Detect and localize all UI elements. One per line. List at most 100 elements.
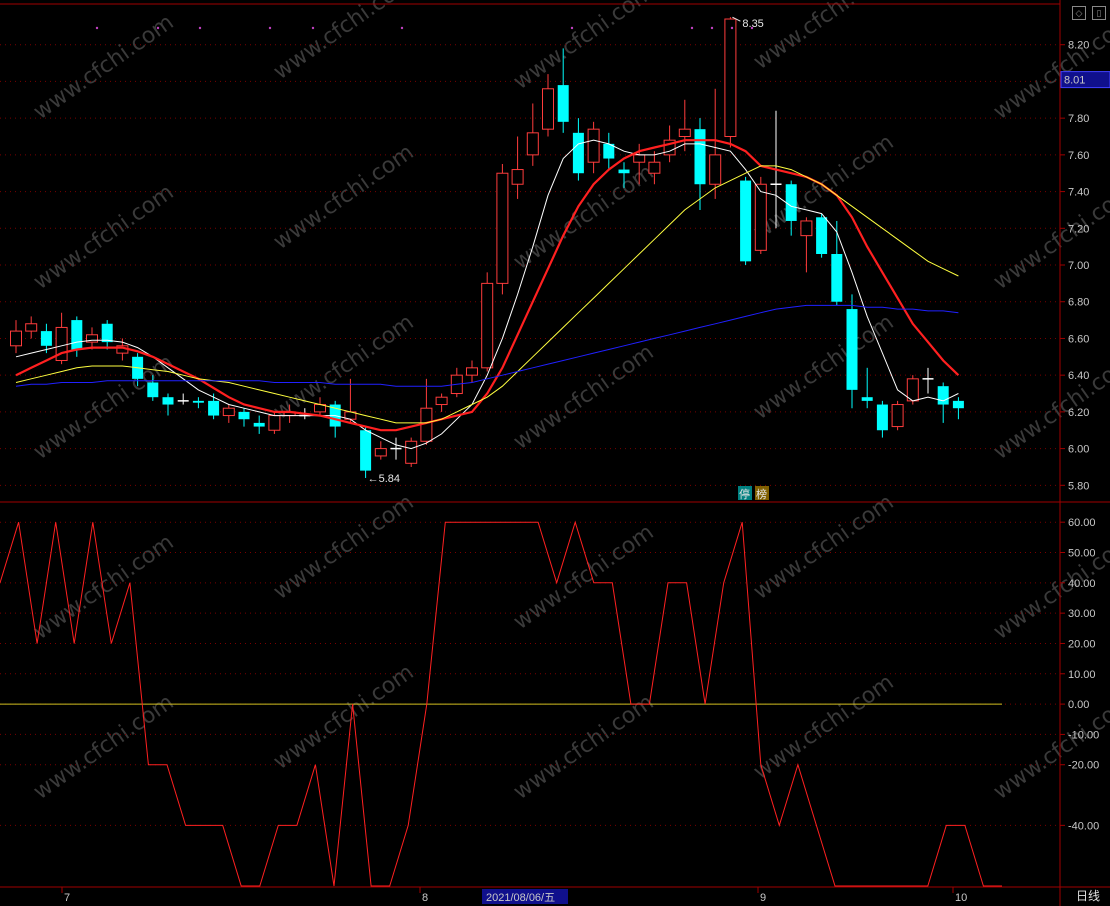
event-marker bbox=[400, 26, 404, 30]
candle-body bbox=[572, 132, 584, 174]
price-tick-label: 7.60 bbox=[1068, 150, 1089, 162]
candle-body bbox=[633, 154, 646, 163]
osc-tick-label: 0.00 bbox=[1068, 699, 1089, 711]
candle-body bbox=[846, 309, 858, 390]
event-marker bbox=[570, 26, 574, 30]
candle-body bbox=[238, 411, 250, 420]
osc-tick-label: -40.00 bbox=[1068, 820, 1099, 832]
watermark: www.cfchi.com bbox=[29, 350, 178, 465]
event-marker bbox=[198, 26, 202, 30]
event-marker bbox=[95, 26, 99, 30]
price-tick-label: 6.80 bbox=[1068, 297, 1089, 309]
candle-body bbox=[360, 430, 372, 471]
osc-tick-label: 50.00 bbox=[1068, 548, 1096, 560]
candle-body bbox=[740, 180, 752, 262]
candle-body bbox=[435, 396, 448, 406]
candle-body bbox=[618, 169, 630, 174]
osc-tick-label: -10.00 bbox=[1068, 729, 1099, 741]
watermark: www.cfchi.com bbox=[269, 140, 418, 255]
watermark: www.cfchi.com bbox=[989, 10, 1110, 125]
candle-body bbox=[147, 382, 159, 398]
candle-body bbox=[405, 440, 418, 464]
layout-icon[interactable]: ▯ bbox=[1092, 6, 1106, 20]
price-tick-label: 7.80 bbox=[1068, 113, 1089, 125]
osc-tick-label: 60.00 bbox=[1068, 517, 1096, 529]
x-tick-label: 7 bbox=[64, 892, 70, 904]
watermark: www.cfchi.com bbox=[749, 310, 898, 425]
event-marker bbox=[156, 26, 160, 30]
candle-body bbox=[800, 220, 813, 237]
price-tick-label: 6.00 bbox=[1068, 444, 1089, 456]
candle-body bbox=[526, 132, 539, 156]
candle-body bbox=[481, 282, 494, 369]
candle-body bbox=[816, 217, 828, 254]
candle-body bbox=[10, 330, 22, 347]
stock-chart[interactable]: www.cfchi.com www.cfchi.com www.cfchi.com w… bbox=[0, 0, 1110, 906]
candle-body bbox=[25, 323, 38, 332]
candle-body bbox=[648, 161, 661, 174]
x-tick-label: 10 bbox=[955, 892, 967, 904]
low-price-label: ←5.84 bbox=[368, 473, 400, 485]
watermark: www.cfchi.com bbox=[269, 0, 418, 85]
watermark: www.cfchi.com bbox=[749, 490, 898, 605]
candle-body bbox=[557, 85, 569, 122]
candle-body bbox=[785, 184, 797, 221]
watermark: www.cfchi.com bbox=[269, 660, 418, 775]
candle-body bbox=[192, 400, 204, 403]
osc-tick-label: 30.00 bbox=[1068, 608, 1096, 620]
candle-body bbox=[253, 422, 265, 427]
watermark: www.cfchi.com bbox=[989, 690, 1110, 805]
watermark: www.cfchi.com bbox=[509, 520, 658, 635]
candle-body bbox=[876, 404, 888, 431]
event-marker bbox=[710, 26, 714, 30]
x-tick-label: 9 bbox=[760, 892, 766, 904]
badge-label: 榜 bbox=[756, 487, 767, 501]
watermark: www.cfchi.com bbox=[749, 0, 898, 75]
event-marker bbox=[750, 26, 754, 30]
x-tick-label: 8 bbox=[422, 892, 428, 904]
candle-body bbox=[101, 323, 113, 343]
candle-body bbox=[754, 183, 767, 251]
price-tick-label: 5.80 bbox=[1068, 480, 1089, 492]
watermark: www.cfchi.com bbox=[29, 10, 178, 125]
candle-body bbox=[542, 88, 554, 130]
watermark: www.cfchi.com bbox=[989, 180, 1110, 295]
watermark: www.cfchi.com bbox=[269, 490, 418, 605]
watermark: www.cfchi.com bbox=[509, 340, 658, 455]
candle-body bbox=[831, 254, 843, 302]
candle-body bbox=[40, 331, 52, 346]
candle-body bbox=[724, 18, 737, 138]
osc-tick-label: -20.00 bbox=[1068, 760, 1099, 772]
candle-body bbox=[587, 128, 600, 163]
price-tick-label: 7.40 bbox=[1068, 187, 1089, 199]
osc-tick-label: 10.00 bbox=[1068, 669, 1096, 681]
candle-body bbox=[511, 169, 524, 185]
candle-body bbox=[496, 172, 509, 284]
current-price-label: 8.01 bbox=[1064, 75, 1085, 87]
price-tick-label: 6.40 bbox=[1068, 370, 1089, 382]
candle-body bbox=[861, 397, 873, 401]
candle-body bbox=[937, 386, 949, 405]
badge-label: 停 bbox=[739, 487, 750, 501]
diamond-icon[interactable]: ◇ bbox=[1072, 6, 1086, 20]
osc-tick-label: 20.00 bbox=[1068, 638, 1096, 650]
watermark: www.cfchi.com bbox=[29, 690, 178, 805]
candle-body bbox=[374, 448, 387, 457]
candle-body bbox=[709, 154, 722, 185]
price-tick-label: 8.20 bbox=[1068, 40, 1089, 52]
watermark: www.cfchi.com bbox=[509, 690, 658, 805]
panel-controls: ◇ ▯ bbox=[1072, 6, 1106, 20]
watermark: www.cfchi.com bbox=[29, 180, 178, 295]
candle-body bbox=[678, 128, 691, 138]
candle-body bbox=[466, 367, 478, 376]
price-tick-label: 7.20 bbox=[1068, 223, 1089, 235]
price-tick-label: 7.00 bbox=[1068, 260, 1089, 272]
candle-body bbox=[222, 407, 235, 417]
osc-tick-label: 40.00 bbox=[1068, 578, 1096, 590]
candle-body bbox=[891, 404, 904, 428]
watermark: www.cfchi.com bbox=[989, 350, 1110, 465]
date-cursor-label: 2021/08/06/五 bbox=[486, 892, 555, 904]
candle-body bbox=[71, 320, 83, 350]
candle-body bbox=[694, 129, 706, 185]
period-label[interactable]: 日线 bbox=[1076, 887, 1100, 904]
